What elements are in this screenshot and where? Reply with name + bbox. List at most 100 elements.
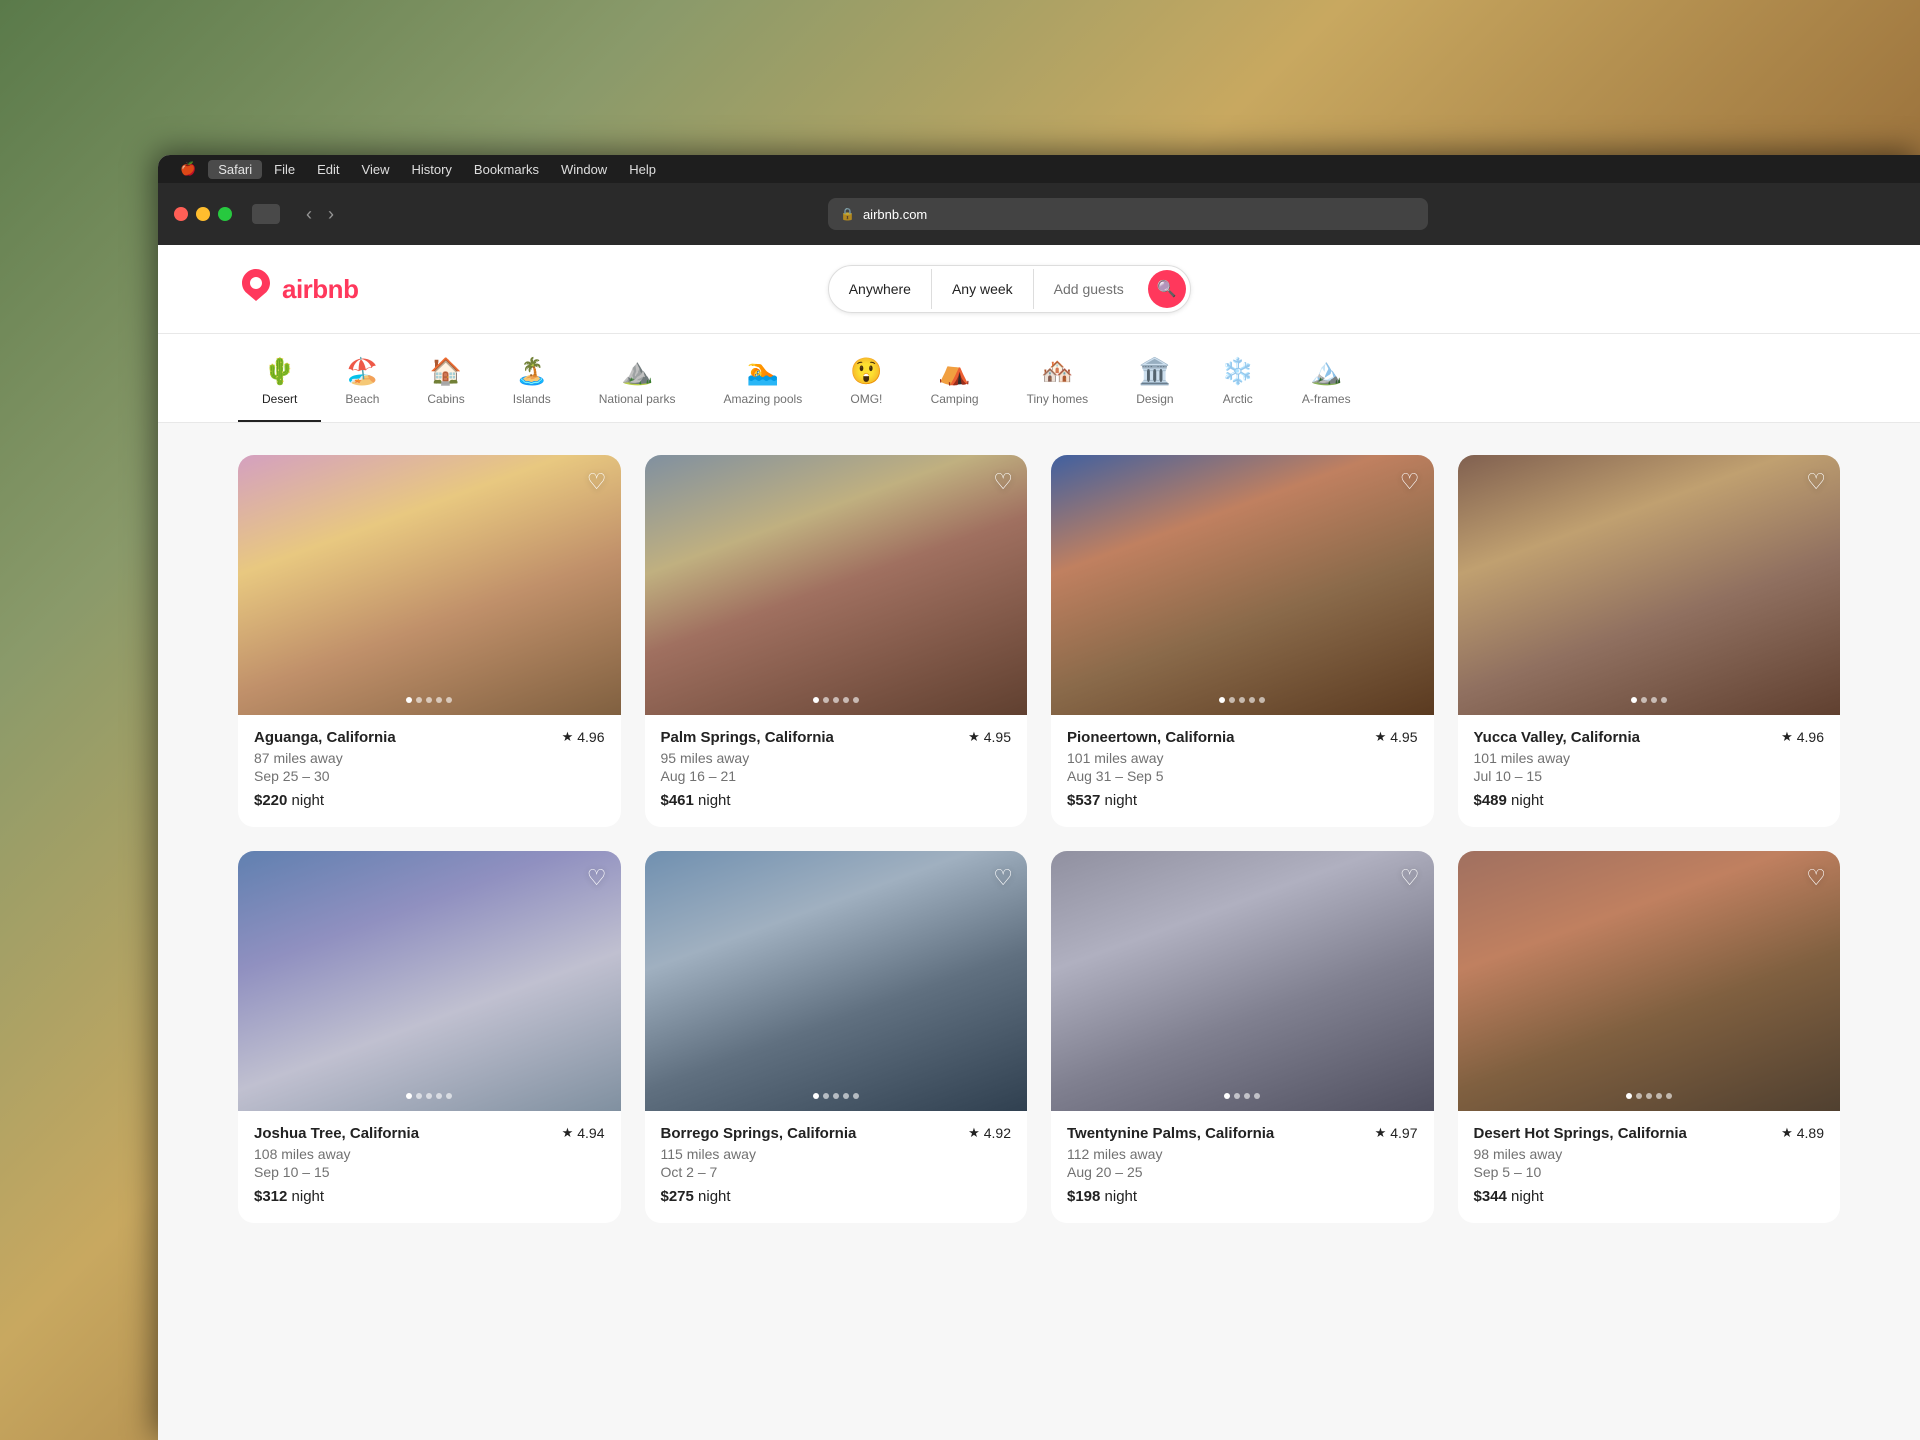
category-item-amazing-pools[interactable]: 🏊 Amazing pools: [699, 350, 826, 422]
safari-menu[interactable]: Safari: [208, 160, 262, 179]
category-item-omg[interactable]: 😲 OMG!: [826, 350, 906, 422]
dot-1: [1234, 1093, 1240, 1099]
lock-icon: 🔒: [840, 207, 855, 221]
listing-card-b4[interactable]: ♡ Desert Hot Springs, California ★ 4.89 …: [1458, 851, 1841, 1223]
view-menu[interactable]: View: [352, 160, 400, 179]
dot-2: [1646, 1093, 1652, 1099]
dot-2: [833, 1093, 839, 1099]
category-icon-amazing-pools: 🏊: [747, 358, 779, 384]
dot-0: [1631, 697, 1637, 703]
wishlist-button-b1[interactable]: ♡: [587, 865, 607, 891]
dot-4: [853, 697, 859, 703]
listing-rating-pioneertown: ★ 4.95: [1375, 729, 1418, 745]
listing-dates-pioneertown: Aug 31 – Sep 5: [1067, 768, 1418, 784]
logo-area[interactable]: airbnb: [238, 267, 358, 312]
forward-button[interactable]: ›: [322, 204, 340, 225]
listing-header-b1: Joshua Tree, California ★ 4.94: [254, 1125, 605, 1142]
bookmarks-menu[interactable]: Bookmarks: [464, 160, 549, 179]
listing-header-aguanga: Aguanga, California ★ 4.96: [254, 729, 605, 746]
wishlist-button-pioneertown[interactable]: ♡: [1400, 469, 1420, 495]
search-bar[interactable]: Anywhere Any week Add guests 🔍: [828, 265, 1191, 313]
listing-distance-b4: 98 miles away: [1474, 1146, 1825, 1162]
dot-0: [813, 1093, 819, 1099]
help-menu[interactable]: Help: [619, 160, 666, 179]
listing-location-yucca-valley: Yucca Valley, California: [1474, 729, 1640, 746]
category-item-camping[interactable]: ⛺ Camping: [907, 350, 1003, 422]
nav-buttons: ‹ ›: [300, 204, 340, 225]
wishlist-button-yucca-valley[interactable]: ♡: [1806, 469, 1826, 495]
listing-price-pioneertown: $537 night: [1067, 792, 1418, 809]
category-item-islands[interactable]: 🏝️ Islands: [489, 350, 575, 422]
listing-distance-b2: 115 miles away: [661, 1146, 1012, 1162]
category-item-design[interactable]: 🏛️ Design: [1112, 350, 1197, 422]
wishlist-button-b4[interactable]: ♡: [1806, 865, 1826, 891]
dot-3: [843, 697, 849, 703]
wishlist-button-b3[interactable]: ♡: [1400, 865, 1420, 891]
history-menu[interactable]: History: [401, 160, 461, 179]
category-label-tiny-homes: Tiny homes: [1027, 392, 1089, 406]
listing-image-b3: ♡: [1051, 851, 1434, 1111]
traffic-lights: [174, 207, 232, 221]
listing-card-b1[interactable]: ♡ Joshua Tree, California ★ 4.94 108 mil…: [238, 851, 621, 1223]
listing-card-b2[interactable]: ♡ Borrego Springs, California ★ 4.92 115…: [645, 851, 1028, 1223]
sidebar-toggle-button[interactable]: [252, 204, 280, 224]
window-menu[interactable]: Window: [551, 160, 617, 179]
listing-location-palm-springs: Palm Springs, California: [661, 729, 834, 746]
minimize-button[interactable]: [196, 207, 210, 221]
listing-rating-b1: ★ 4.94: [562, 1125, 605, 1141]
any-week-pill[interactable]: Any week: [932, 269, 1034, 309]
file-menu[interactable]: File: [264, 160, 305, 179]
airbnb-logo-icon: [238, 267, 274, 312]
category-icon-cabins: 🏠: [430, 358, 462, 384]
apple-menu[interactable]: 🍎: [170, 159, 206, 179]
dot-0: [1224, 1093, 1230, 1099]
star-icon-b2: ★: [968, 1125, 980, 1141]
category-item-arctic[interactable]: ❄️ Arctic: [1198, 350, 1278, 422]
dot-3: [1254, 1093, 1260, 1099]
listing-price-b3: $198 night: [1067, 1188, 1418, 1205]
close-button[interactable]: [174, 207, 188, 221]
wishlist-button-palm-springs[interactable]: ♡: [993, 469, 1013, 495]
category-item-a-frames[interactable]: 🏔️ A-frames: [1278, 350, 1375, 422]
address-bar[interactable]: 🔒 airbnb.com: [828, 198, 1428, 230]
listing-card-yucca-valley[interactable]: ♡ Yucca Valley, California ★ 4.96 101 mi…: [1458, 455, 1841, 827]
add-guests-pill[interactable]: Add guests: [1034, 269, 1144, 309]
listing-price-b1: $312 night: [254, 1188, 605, 1205]
listing-dates-b2: Oct 2 – 7: [661, 1164, 1012, 1180]
listing-header-yucca-valley: Yucca Valley, California ★ 4.96: [1474, 729, 1825, 746]
browser-window: 🍎 Safari File Edit View History Bookmark…: [158, 155, 1920, 1440]
dot-3: [1249, 697, 1255, 703]
dot-4: [446, 1093, 452, 1099]
page-content: airbnb Anywhere Any week Add guests 🔍 🌵 …: [158, 245, 1920, 1440]
wishlist-button-b2[interactable]: ♡: [993, 865, 1013, 891]
search-icon: 🔍: [1157, 279, 1177, 299]
wishlist-button-aguanga[interactable]: ♡: [587, 469, 607, 495]
category-item-desert[interactable]: 🌵 Desert: [238, 350, 321, 422]
listing-card-aguanga[interactable]: ♡ Aguanga, California ★ 4.96 87 miles aw…: [238, 455, 621, 827]
listing-info-b3: Twentynine Palms, California ★ 4.97 112 …: [1051, 1111, 1434, 1223]
category-icon-islands: 🏝️: [516, 358, 548, 384]
listing-card-palm-springs[interactable]: ♡ Palm Springs, California ★ 4.95 95 mil…: [645, 455, 1028, 827]
category-item-cabins[interactable]: 🏠 Cabins: [403, 350, 488, 422]
listings-grid-row1: ♡ Aguanga, California ★ 4.96 87 miles aw…: [238, 455, 1840, 827]
listings-grid-row2: ♡ Joshua Tree, California ★ 4.94 108 mil…: [238, 851, 1840, 1223]
dot-1: [823, 1093, 829, 1099]
back-button[interactable]: ‹: [300, 204, 318, 225]
dot-3: [436, 1093, 442, 1099]
listing-card-pioneertown[interactable]: ♡ Pioneertown, California ★ 4.95 101 mil…: [1051, 455, 1434, 827]
listing-card-b3[interactable]: ♡ Twentynine Palms, California ★ 4.97 11…: [1051, 851, 1434, 1223]
listing-location-pioneertown: Pioneertown, California: [1067, 729, 1235, 746]
menu-bar: 🍎 Safari File Edit View History Bookmark…: [158, 155, 1920, 183]
dot-3: [1661, 697, 1667, 703]
maximize-button[interactable]: [218, 207, 232, 221]
edit-menu[interactable]: Edit: [307, 160, 349, 179]
anywhere-pill[interactable]: Anywhere: [829, 269, 932, 309]
category-item-national-parks[interactable]: ⛰️ National parks: [575, 350, 700, 422]
dot-1: [416, 1093, 422, 1099]
dot-1: [1641, 697, 1647, 703]
category-item-beach[interactable]: 🏖️ Beach: [321, 350, 403, 422]
search-button[interactable]: 🔍: [1148, 270, 1186, 308]
listing-info-palm-springs: Palm Springs, California ★ 4.95 95 miles…: [645, 715, 1028, 827]
listings-section: ♡ Aguanga, California ★ 4.96 87 miles aw…: [158, 423, 1920, 1255]
category-item-tiny-homes[interactable]: 🏘️ Tiny homes: [1003, 350, 1113, 422]
